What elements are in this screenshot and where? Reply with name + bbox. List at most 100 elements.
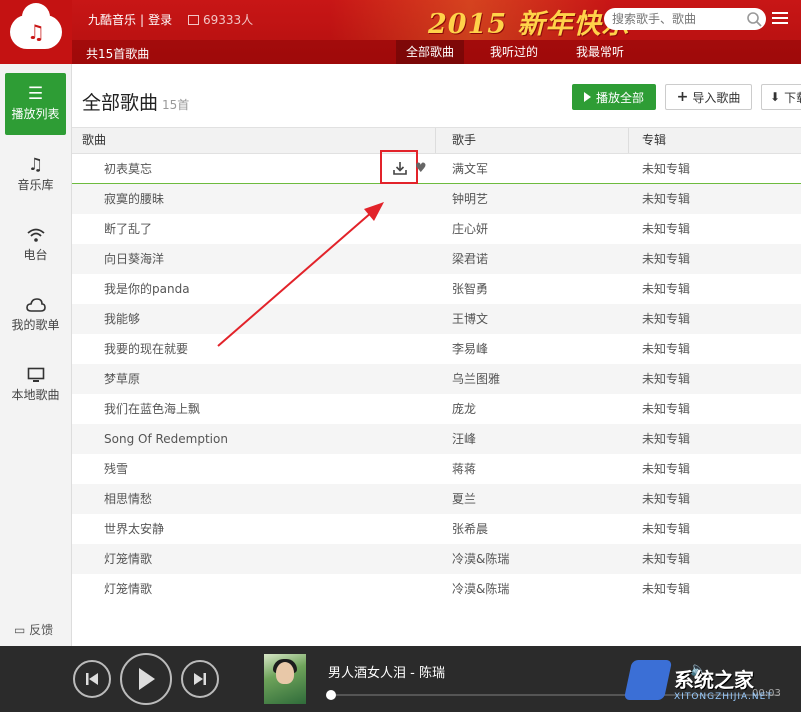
song-title[interactable]: 寂寞的腰昧 (104, 184, 164, 214)
artist-name[interactable]: 张希晨 (452, 514, 488, 544)
sidebar-item-my-playlists[interactable]: 我的歌单 (5, 284, 66, 346)
song-row[interactable]: 向日葵海洋 梁君诺 未知专辑 (72, 244, 801, 274)
album-name[interactable]: 未知专辑 (642, 364, 690, 394)
song-title[interactable]: Song Of Redemption (104, 424, 228, 454)
song-row[interactable]: Song Of Redemption 汪峰 未知专辑 (72, 424, 801, 454)
song-row[interactable]: 我能够 王博文 未知专辑 (72, 304, 801, 334)
song-row[interactable]: 我要的现在就要 李易峰 未知专辑 (72, 334, 801, 364)
play-icon (139, 668, 155, 690)
album-name[interactable]: 未知专辑 (642, 304, 690, 334)
album-name[interactable]: 未知专辑 (642, 514, 690, 544)
next-track-button[interactable] (181, 660, 219, 698)
tab-all-songs[interactable]: 全部歌曲 (396, 40, 465, 64)
headphone-icon (188, 15, 199, 25)
album-name[interactable]: 未知专辑 (642, 184, 690, 214)
album-name[interactable]: 未知专辑 (642, 154, 690, 184)
artist-name[interactable]: 庞龙 (452, 394, 476, 424)
feedback-link[interactable]: ▭ 反馈 (14, 621, 53, 638)
album-name[interactable]: 未知专辑 (642, 574, 690, 604)
artist-name[interactable]: 钟明艺 (452, 184, 488, 214)
album-name[interactable]: 未知专辑 (642, 274, 690, 304)
song-row[interactable]: 梦草原 乌兰图雅 未知专辑 (72, 364, 801, 394)
column-album[interactable]: 专辑 (642, 128, 666, 153)
sidebar-item-local-songs[interactable]: 本地歌曲 (5, 354, 66, 416)
album-name[interactable]: 未知专辑 (642, 454, 690, 484)
song-title[interactable]: 我要的现在就要 (104, 334, 188, 364)
album-name[interactable]: 未知专辑 (642, 334, 690, 364)
album-name[interactable]: 未知专辑 (642, 214, 690, 244)
song-title[interactable]: 初表莫忘 (104, 154, 152, 184)
sidebar-item-label: 音乐库 (17, 178, 54, 192)
sidebar-item-playlist[interactable]: ☰ 播放列表 (5, 73, 66, 135)
song-row[interactable]: 相思情愁 夏兰 未知专辑 (72, 484, 801, 514)
artist-name[interactable]: 李易峰 (452, 334, 488, 364)
song-title[interactable]: 残雪 (104, 454, 128, 484)
artist-name[interactable]: 乌兰图雅 (452, 364, 500, 394)
song-total: 共15首歌曲 (86, 47, 150, 61)
music-note-icon: ♫ (27, 155, 44, 175)
artist-name[interactable]: 庄心妍 (452, 214, 488, 244)
sidebar-item-label: 电台 (23, 248, 48, 262)
previous-track-button[interactable] (73, 660, 111, 698)
album-name[interactable]: 未知专辑 (642, 484, 690, 514)
sidebar-item-radio[interactable]: 电台 (5, 214, 66, 276)
album-name[interactable]: 未知专辑 (642, 424, 690, 454)
login-link[interactable]: 登录 (148, 13, 172, 27)
song-title[interactable]: 灯笼情歌 (104, 574, 152, 604)
song-row[interactable]: 灯笼情歌 冷漠&陈瑞 未知专辑 (72, 574, 801, 604)
song-title[interactable]: 我是你的panda (104, 274, 190, 304)
cloud-music-logo-icon: ♫ (10, 3, 62, 49)
song-row[interactable]: 我是你的panda 张智勇 未知专辑 (72, 274, 801, 304)
import-songs-button[interactable]: + 导入歌曲 (665, 84, 752, 110)
artist-name[interactable]: 梁君诺 (452, 244, 488, 274)
tab-most-played[interactable]: 我最常听 (566, 40, 634, 64)
song-title[interactable]: 梦草原 (104, 364, 140, 394)
play-pause-button[interactable] (120, 653, 172, 705)
artist-name[interactable]: 冷漠&陈瑞 (452, 574, 509, 604)
progress-knob[interactable] (326, 690, 336, 700)
table-header: 歌曲 歌手 专辑 (72, 127, 801, 154)
search-icon[interactable] (742, 8, 766, 30)
song-row[interactable]: 灯笼情歌 冷漠&陈瑞 未知专辑 (72, 544, 801, 574)
song-row[interactable]: 我们在蓝色海上飘 庞龙 未知专辑 (72, 394, 801, 424)
album-name[interactable]: 未知专辑 (642, 544, 690, 574)
tab-listened[interactable]: 我听过的 (480, 40, 548, 64)
album-cover[interactable] (264, 654, 306, 704)
artist-name[interactable]: 汪峰 (452, 424, 476, 454)
album-name[interactable]: 未知专辑 (642, 394, 690, 424)
artist-name[interactable]: 张智勇 (452, 274, 488, 304)
sidebar-item-label: 播放列表 (11, 107, 60, 121)
song-row[interactable]: 断了乱了 庄心妍 未知专辑 (72, 214, 801, 244)
album-name[interactable]: 未知专辑 (642, 244, 690, 274)
song-row[interactable]: 世界太安静 张希晨 未知专辑 (72, 514, 801, 544)
download-icon[interactable] (392, 160, 408, 176)
search-box[interactable] (604, 8, 766, 30)
column-artist[interactable]: 歌手 (452, 128, 476, 153)
cloud-icon (5, 294, 66, 316)
sidebar-item-label: 本地歌曲 (11, 388, 60, 402)
song-title[interactable]: 向日葵海洋 (104, 244, 164, 274)
song-row[interactable]: 初表莫忘 满文军 未知专辑 ♥ (72, 150, 801, 184)
artist-name[interactable]: 夏兰 (452, 484, 476, 514)
artist-name[interactable]: 满文军 (452, 154, 488, 184)
play-all-button[interactable]: 播放全部 (572, 84, 656, 110)
artist-name[interactable]: 王博文 (452, 304, 488, 334)
sidebar-item-music-library[interactable]: ♫ 音乐库 (5, 144, 66, 206)
song-row[interactable]: 寂寞的腰昧 钟明艺 未知专辑 (72, 184, 801, 214)
artist-name[interactable]: 蒋蒋 (452, 454, 476, 484)
column-song[interactable]: 歌曲 (82, 128, 106, 153)
heart-icon[interactable]: ♥ (415, 154, 427, 184)
song-title[interactable]: 相思情愁 (104, 484, 152, 514)
menu-icon[interactable] (770, 9, 790, 27)
download-button[interactable]: ⬇下载 (761, 84, 801, 110)
song-title[interactable]: 我能够 (104, 304, 140, 334)
row-actions: ♥ (384, 154, 434, 184)
song-row[interactable]: 残雪 蒋蒋 未知专辑 (72, 454, 801, 484)
song-title[interactable]: 灯笼情歌 (104, 544, 152, 574)
song-title[interactable]: 我们在蓝色海上飘 (104, 394, 200, 424)
artist-name[interactable]: 冷漠&陈瑞 (452, 544, 509, 574)
app-logo[interactable]: ♫ (0, 0, 72, 64)
song-title[interactable]: 世界太安静 (104, 514, 164, 544)
next-icon (194, 673, 206, 685)
song-title[interactable]: 断了乱了 (104, 214, 152, 244)
